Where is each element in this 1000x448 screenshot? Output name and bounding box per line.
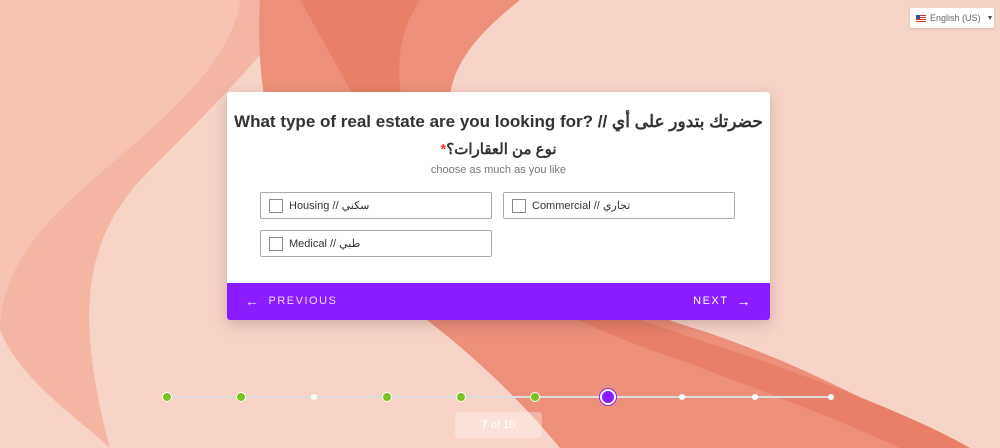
previous-label: PREVIOUS — [268, 295, 338, 307]
option-housing[interactable]: Housing // سكني — [260, 192, 492, 219]
language-label: English (US) — [930, 13, 981, 23]
checkbox[interactable] — [269, 198, 283, 213]
option-label: Commercial // تجاري — [532, 200, 631, 212]
progress-step-1[interactable] — [162, 392, 172, 402]
progress-step-7[interactable] — [600, 389, 616, 405]
option-label: Housing // سكني — [289, 200, 370, 212]
option-label: Medical // طبي — [289, 238, 361, 250]
question-title-line2: *نوع من العقارات؟ — [227, 140, 770, 158]
option-medical[interactable]: Medical // طبي — [260, 230, 492, 257]
language-selector[interactable]: English (US) ▼ — [910, 8, 994, 28]
progress-track — [167, 396, 831, 398]
arrow-right-icon: → — [736, 292, 752, 309]
total-steps: 10 — [503, 419, 516, 431]
next-button[interactable]: NEXT → — [693, 292, 752, 309]
us-flag-icon — [916, 14, 926, 22]
step-of: of — [490, 419, 501, 431]
question-hint: choose as much as you like — [430, 164, 567, 176]
progress-step-2[interactable] — [236, 392, 246, 402]
step-counter: 7 of 10 — [455, 412, 542, 438]
checkbox[interactable] — [269, 236, 283, 251]
current-step: 7 — [481, 419, 488, 431]
navigation-bar: ← PREVIOUS NEXT → — [227, 283, 770, 320]
progress-step-6[interactable] — [530, 392, 540, 402]
chevron-down-icon: ▼ — [986, 14, 994, 22]
progress-stepper — [0, 380, 1000, 410]
progress-step-5[interactable] — [456, 392, 466, 402]
question-title-line1: What type of real estate are you looking… — [234, 112, 763, 131]
option-commercial[interactable]: Commercial // تجاري — [503, 192, 735, 219]
progress-step-10[interactable] — [828, 394, 834, 400]
previous-button[interactable]: ← PREVIOUS — [245, 292, 338, 309]
arrow-left-icon: ← — [245, 292, 261, 309]
checkbox[interactable] — [512, 198, 526, 213]
progress-step-9[interactable] — [752, 394, 758, 400]
progress-step-8[interactable] — [679, 394, 685, 400]
progress-step-3[interactable] — [311, 394, 317, 400]
progress-step-4[interactable] — [382, 392, 392, 402]
question-card: What type of real estate are you looking… — [227, 92, 770, 320]
question-title-line2-text: نوع من العقارات؟ — [446, 141, 557, 158]
next-label: NEXT — [693, 295, 729, 307]
